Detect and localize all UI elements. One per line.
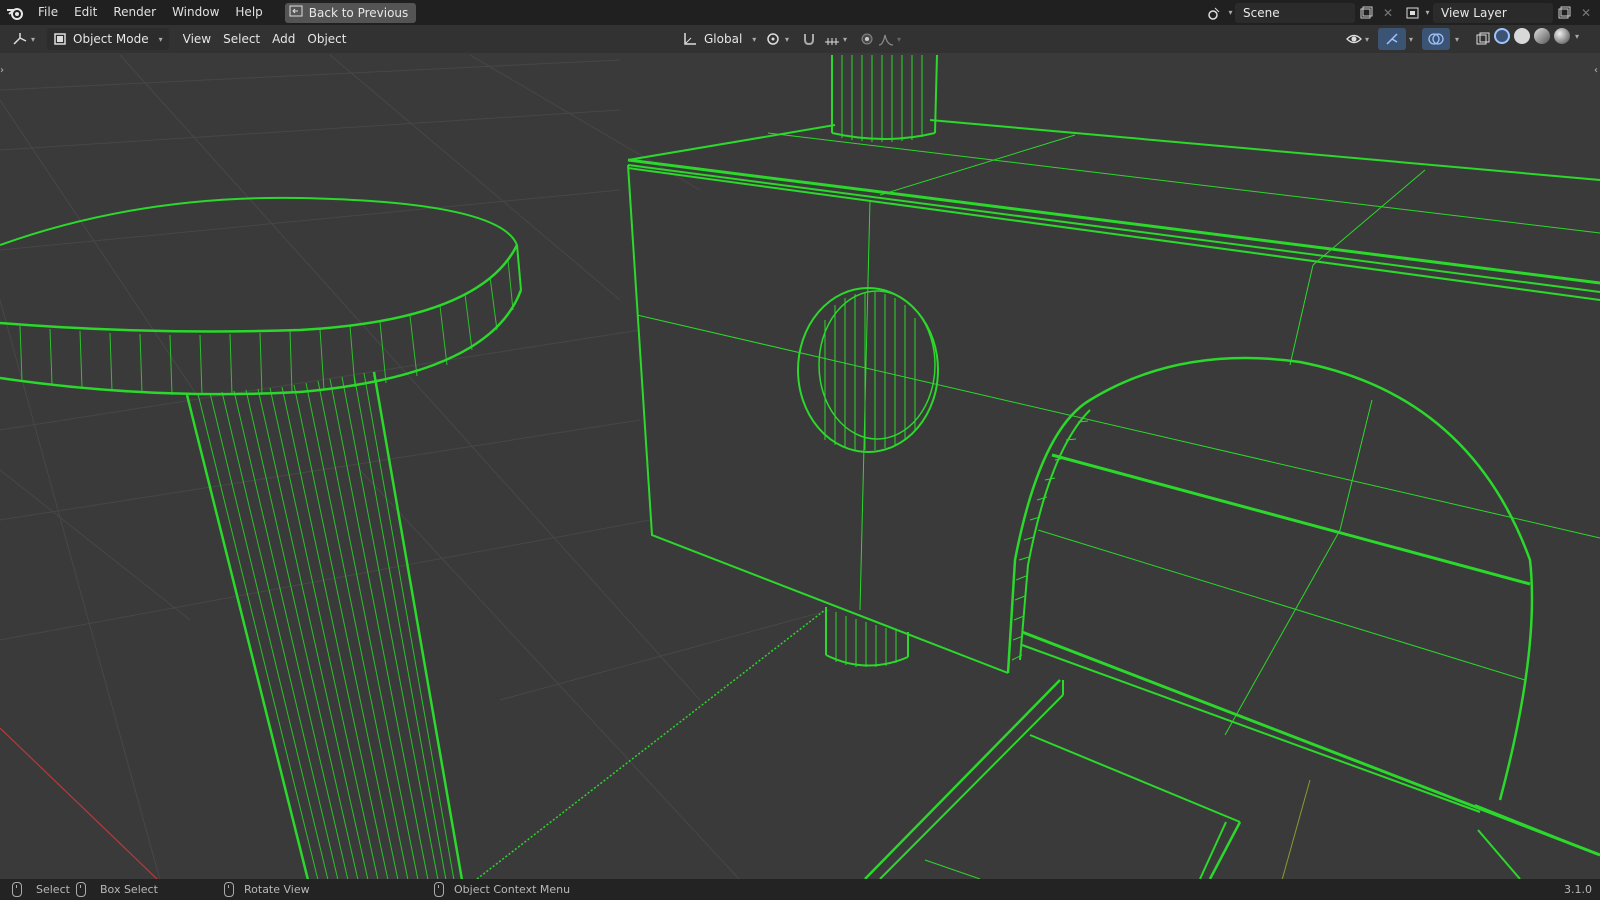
peg-hole [797, 287, 939, 453]
orientation-axes-icon [684, 33, 696, 45]
header-menu-add[interactable]: Add [266, 28, 301, 50]
top-bar: File Edit Render Window Help Back to Pre… [0, 0, 1600, 25]
right-sidebar-toggle[interactable]: ‹ [1594, 65, 1598, 76]
overlays-dropdown[interactable]: ▾ [1446, 28, 1465, 50]
status-context-menu: Object Context Menu [434, 879, 570, 900]
menu-edit[interactable]: Edit [66, 0, 105, 25]
top-peg [831, 54, 938, 142]
left-toolbar-toggle[interactable]: › [0, 65, 4, 76]
x-axis-line [0, 727, 159, 881]
version-label: 3.1.0 [1564, 883, 1592, 896]
back-arrow-icon [289, 5, 303, 20]
orientation-label: Global [704, 32, 743, 46]
bottom-peg [825, 607, 909, 667]
mouse-right-icon [434, 882, 444, 897]
stool-leg-hatch [197, 372, 455, 881]
gizmo-dropdown[interactable]: ▾ [1400, 28, 1419, 50]
status-box-select-label: Box Select [100, 883, 158, 896]
object-mode-label: Object Mode [73, 32, 149, 46]
back-button-label: Back to Previous [308, 5, 409, 20]
mouse-left-icon [12, 882, 22, 897]
stool-seat [0, 196, 523, 396]
pivot-icon [767, 33, 779, 45]
wireframe-objects [0, 54, 1600, 881]
status-select-label: Select [36, 883, 70, 896]
chevron-down-icon: ▾ [158, 34, 163, 44]
snap-increment-icon [825, 38, 839, 45]
falloff-curve-icon [878, 34, 894, 46]
3d-viewport[interactable]: › ‹ [0, 25, 1600, 881]
menu-help[interactable]: Help [227, 0, 270, 25]
snap-target-button[interactable]: ▾ [818, 28, 853, 50]
back-to-previous-button[interactable]: Back to Previous [284, 2, 417, 23]
header-menu-object[interactable]: Object [301, 28, 352, 50]
rendered-shading-icon[interactable] [1554, 28, 1570, 44]
overlays-icon [1428, 33, 1444, 45]
new-view-layer-icon[interactable] [1553, 3, 1575, 23]
menu-render[interactable]: Render [105, 0, 164, 25]
shelf-lower [476, 609, 1242, 880]
status-context-label: Object Context Menu [454, 883, 571, 896]
wireframe-shading-icon[interactable] [1494, 28, 1510, 44]
falloff-button[interactable]: ▾ [872, 28, 907, 50]
pivot-point-button[interactable]: ▾ [760, 28, 795, 50]
status-rotate-label: Rotate View [244, 883, 310, 896]
new-scene-icon[interactable] [1355, 3, 1377, 23]
xray-icon [1476, 32, 1490, 45]
eye-icon [1346, 34, 1362, 44]
status-select: Select [12, 879, 70, 900]
editor-type-button[interactable]: ▾ [6, 28, 41, 50]
shading-dropdown-icon[interactable]: ▾ [1575, 32, 1579, 41]
view-layer-name-field[interactable]: View Layer [1433, 2, 1553, 23]
viewport-header: ▾ Object Mode ▾ View Select Add Object G… [0, 25, 1600, 53]
status-bar: Select Box Select Rotate View Object Con… [0, 879, 1600, 900]
box-object [627, 119, 1600, 674]
solid-shading-icon[interactable] [1514, 28, 1530, 44]
object-mode-icon [54, 33, 66, 45]
status-rotate-view: Rotate View [224, 879, 310, 900]
viewport-scene [0, 54, 1600, 881]
stool-leg [185, 371, 464, 881]
scene-selector[interactable]: ▾ Scene ✕ [1205, 2, 1399, 23]
view-layer-selector[interactable]: ▾ View Layer ✕ [1403, 2, 1597, 23]
scene-icon[interactable]: ▾ [1205, 3, 1235, 23]
editor-type-icon [13, 33, 27, 45]
stool-seat-rim-lines [19, 259, 514, 396]
delete-scene-icon[interactable]: ✕ [1377, 3, 1399, 23]
status-box-select: Box Select [76, 879, 158, 900]
menu-file[interactable]: File [30, 0, 66, 25]
delete-view-layer-icon[interactable]: ✕ [1575, 3, 1597, 23]
header-menu-view[interactable]: View [177, 28, 217, 50]
mouse-middle-icon [224, 882, 234, 897]
view-layer-icon[interactable]: ▾ [1403, 3, 1433, 23]
scene-name-field[interactable]: Scene [1235, 2, 1355, 23]
header-menu-select[interactable]: Select [217, 28, 266, 50]
mouse-drag-icon [76, 882, 86, 897]
magnet-icon [804, 34, 814, 46]
transform-orientation-dropdown[interactable]: Global ▾ [676, 28, 762, 50]
visibility-button[interactable]: ▾ [1340, 28, 1375, 50]
shading-modes: ▾ [1492, 28, 1579, 44]
object-mode-dropdown[interactable]: Object Mode ▾ [47, 28, 169, 50]
menu-window[interactable]: Window [164, 0, 227, 25]
blender-logo-icon[interactable] [0, 0, 30, 25]
material-preview-icon[interactable] [1534, 28, 1550, 44]
gizmo-icon [1386, 33, 1398, 45]
